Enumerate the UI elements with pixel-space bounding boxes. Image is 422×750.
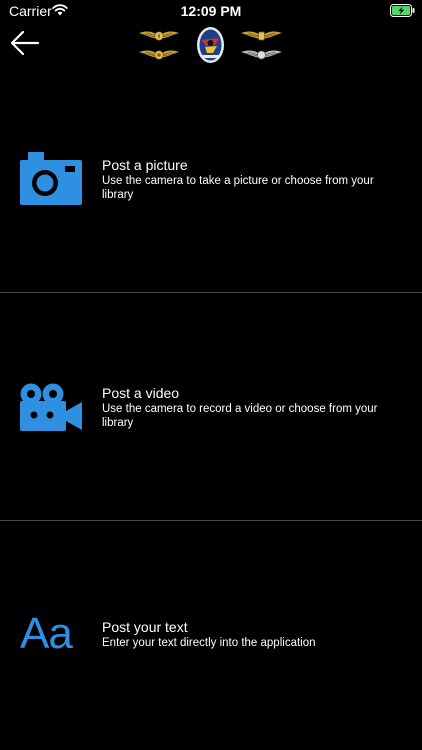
post-video-title: Post a video	[102, 385, 180, 401]
post-text-text: Post your text Enter your text directly …	[102, 619, 402, 650]
post-video-description: Use the camera to record a video or choo…	[102, 403, 378, 429]
post-picture-option[interactable]: Post a picture Use the camera to take a …	[0, 66, 422, 292]
post-picture-description: Use the camera to take a picture or choo…	[102, 175, 374, 201]
navigation-bar	[0, 22, 422, 66]
post-picture-title: Post a picture	[102, 157, 188, 173]
post-text-title: Post your text	[102, 619, 188, 635]
post-text-description: Enter your text directly into the applic…	[102, 637, 316, 649]
status-bar: Carrier 12:09 PM	[0, 0, 422, 22]
divider	[0, 292, 422, 293]
post-video-text: Post a video Use the camera to record a …	[102, 385, 402, 430]
video-camera-icon	[20, 383, 82, 431]
arrow-left-icon	[10, 30, 40, 56]
post-video-option[interactable]: Post a video Use the camera to record a …	[0, 293, 422, 519]
gold-wings-badge-left-top	[139, 31, 179, 41]
gold-wings-badge-left-bottom	[139, 50, 179, 60]
squadron-patch-badge	[197, 27, 224, 63]
text-icon: Aa	[20, 609, 73, 658]
gold-wings-badge-right-top	[241, 31, 282, 41]
silver-wings-badge-right-bottom	[241, 50, 282, 60]
post-text-option[interactable]: Aa Post your text Enter your text direct…	[0, 521, 422, 747]
battery-charging-icon	[390, 4, 415, 17]
post-picture-text: Post a picture Use the camera to take a …	[102, 157, 402, 202]
camera-icon	[20, 152, 82, 205]
status-time: 12:09 PM	[180, 3, 242, 19]
back-button[interactable]	[8, 28, 42, 58]
divider	[0, 520, 422, 521]
